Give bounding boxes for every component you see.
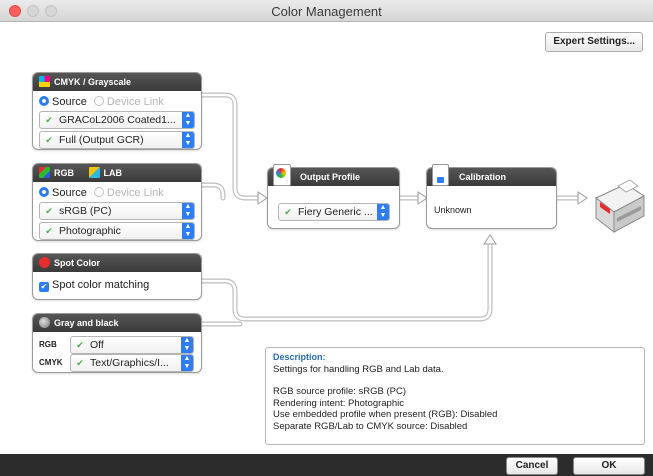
printer-icon <box>595 179 645 234</box>
description-line: Use embedded profile when present (RGB):… <box>273 409 498 420</box>
spot-panel-header: Spot Color <box>33 254 201 272</box>
description-box: Description: Settings for handling RGB a… <box>265 347 645 445</box>
cmyk-source-radio[interactable]: Source <box>39 96 87 108</box>
description-summary: Settings for handling RGB and Lab data. <box>273 363 444 375</box>
cancel-button[interactable]: Cancel <box>506 457 558 475</box>
rgb-panel-header: RGB LAB <box>33 164 201 182</box>
check-icon: ✔ <box>284 207 292 217</box>
button-bar: Cancel OK <box>0 454 653 476</box>
spot-panel-title: Spot Color <box>54 258 100 268</box>
rgb-swatch-icon <box>39 167 50 178</box>
popup-arrows-icon: ▲ ▼ <box>377 204 389 220</box>
gray-panel-title: Gray and black <box>54 318 119 328</box>
title-bar: Color Management <box>0 0 653 22</box>
output-profile-panel: Output Profile ✔ Fiery Generic ... ▲ ▼ <box>267 164 400 229</box>
check-icon: ✔ <box>45 115 53 125</box>
gray-rgb-select[interactable]: ✔ Off ▲ ▼ <box>70 336 194 354</box>
cmyk-profile-select[interactable]: ✔ GRACoL2006 Coated1... ▲ ▼ <box>39 111 195 129</box>
gray-cmyk-select[interactable]: ✔ Text/Graphics/I... ▲ ▼ <box>70 354 194 372</box>
calibration-panel-title: Calibration <box>459 172 507 182</box>
color-management-window: Color Management Expert Settings... CMYK… <box>0 0 653 476</box>
cmyk-grayscale-panel: CMYK / Grayscale Source Device Link ✔ GRA… <box>32 72 202 150</box>
output-profile-icon <box>273 164 291 186</box>
gray-circle-icon <box>39 317 50 328</box>
check-icon: ✔ <box>76 340 84 350</box>
calibration-doc-icon <box>432 164 449 186</box>
check-icon: ✔ <box>45 226 53 236</box>
description-line: Rendering intent: Photographic <box>273 397 404 409</box>
cmyk-device-link-radio[interactable]: Device Link <box>93 96 164 108</box>
cmyk-source-radio-group: Source Device Link <box>33 94 201 110</box>
cmyk-panel-header: CMYK / Grayscale <box>33 73 201 91</box>
rgb-lab-panel: RGB LAB Source Device Link ✔ sRGB (PC) ▲ ▼… <box>32 163 202 241</box>
spot-color-icon <box>39 257 50 268</box>
popup-arrows-icon: ▲ ▼ <box>182 112 194 128</box>
rgb-source-radio[interactable]: Source <box>39 187 87 199</box>
main-content: Expert Settings... CMYK / Grayscale Sour… <box>0 22 653 454</box>
spot-color-matching-checkbox[interactable]: ✔ Spot color matching <box>39 279 149 292</box>
output-profile-select[interactable]: ✔ Fiery Generic ... ▲ ▼ <box>278 203 390 221</box>
gray-cmyk-label: CMYK <box>39 358 63 367</box>
popup-arrows-icon: ▲ ▼ <box>182 132 194 148</box>
cmyk-panel-title: CMYK / Grayscale <box>54 77 132 87</box>
popup-arrows-icon: ▲ ▼ <box>182 223 194 239</box>
popup-arrows-icon: ▲ ▼ <box>182 203 194 219</box>
gray-panel-header: Gray and black <box>33 314 201 332</box>
checkbox-checked-icon: ✔ <box>39 282 49 292</box>
calibration-status: Unknown <box>434 205 472 215</box>
lab-panel-title: LAB <box>103 168 123 178</box>
rgb-profile-select[interactable]: ✔ sRGB (PC) ▲ ▼ <box>39 202 195 220</box>
rgb-source-radio-group: Source Device Link <box>33 185 201 201</box>
calibration-panel: Calibration Unknown <box>426 164 557 229</box>
description-line: RGB source profile: sRGB (PC) <box>273 386 407 397</box>
description-title: Description: <box>273 352 326 362</box>
ok-button[interactable]: OK <box>573 457 645 475</box>
check-icon: ✔ <box>76 358 84 368</box>
rgb-panel-title: RGB <box>54 168 74 178</box>
popup-arrows-icon: ▲ ▼ <box>181 355 193 371</box>
cmyk-intent-select[interactable]: ✔ Full (Output GCR) ▲ ▼ <box>39 131 195 149</box>
cmyk-swatch-icon <box>39 76 50 87</box>
popup-arrows-icon: ▲ ▼ <box>181 337 193 353</box>
rgb-intent-select[interactable]: ✔ Photographic ▲ ▼ <box>39 222 195 240</box>
check-icon: ✔ <box>45 206 53 216</box>
rgb-device-link-radio[interactable]: Device Link <box>93 187 164 199</box>
window-title: Color Management <box>271 4 382 19</box>
output-panel-title: Output Profile <box>300 172 360 182</box>
gray-black-panel: Gray and black RGB ✔ Off ▲ ▼ CMYK ✔ Text/Gr… <box>32 313 202 373</box>
description-line: Separate RGB/Lab to CMYK source: Disable… <box>273 420 468 432</box>
check-icon: ✔ <box>45 135 53 145</box>
gray-rgb-label: RGB <box>39 340 57 349</box>
spot-color-panel: Spot Color ✔ Spot color matching <box>32 253 202 300</box>
lab-swatch-icon <box>88 167 100 178</box>
